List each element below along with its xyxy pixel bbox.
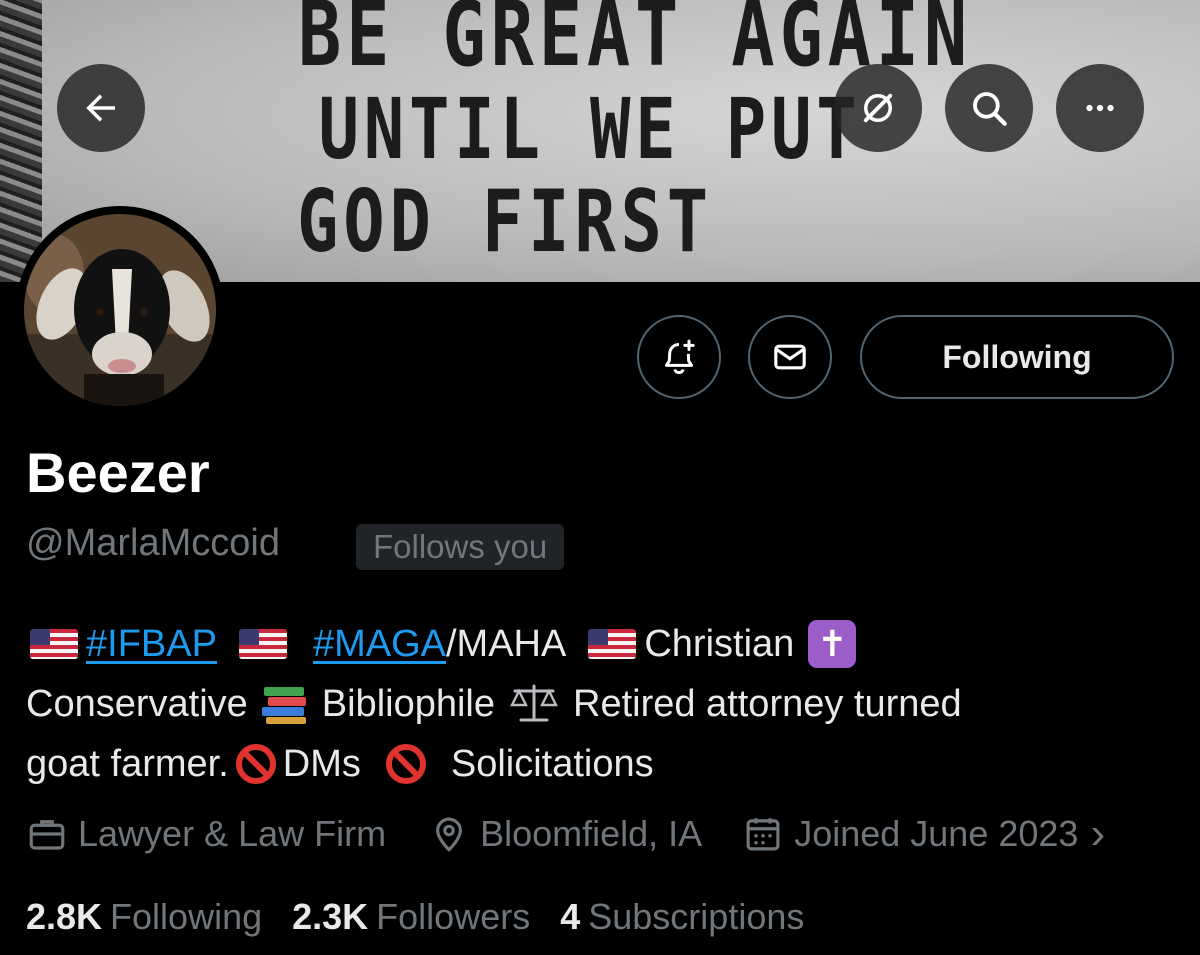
- books-icon: [261, 687, 306, 724]
- bio-text: /MAHA: [446, 623, 567, 665]
- profile-meta: Lawyer & Law Firm Bloomfield, IA Joined …: [26, 808, 1196, 860]
- back-button[interactable]: [57, 64, 145, 152]
- user-handle: @MarlaMccoid: [26, 522, 280, 564]
- balance-scale-icon: [510, 684, 558, 722]
- bell-plus-icon: [665, 339, 695, 375]
- meta-location: Bloomfield, IA: [428, 813, 702, 855]
- arrow-left-icon: [86, 94, 115, 122]
- following-label: Following: [110, 896, 263, 937]
- us-flag-icon: [30, 629, 78, 659]
- profile-stats: 2.8K Following 2.3K Followers 4 Subscriptio…: [26, 892, 834, 942]
- latin-cross-icon: ✝: [808, 620, 857, 668]
- calendar-icon: [746, 818, 780, 851]
- more-horizontal-icon: [1086, 104, 1114, 112]
- more-button[interactable]: [1056, 64, 1144, 152]
- us-flag-icon: [238, 629, 287, 659]
- bio-text: DMs: [282, 743, 361, 785]
- avatar[interactable]: [16, 206, 224, 414]
- bio: #IFBAP #MAGA/MAHA Christian ✝ Conservati…: [26, 614, 1186, 794]
- display-name: Beezer: [26, 441, 210, 504]
- following-stat[interactable]: 2.8K Following: [26, 896, 262, 938]
- briefcase-icon: [29, 820, 65, 850]
- location-pin-icon: [436, 817, 463, 852]
- bio-text: Bibliophile: [321, 683, 495, 725]
- hashtag-link[interactable]: #MAGA: [313, 614, 446, 674]
- hashtag-link[interactable]: #IFBAP: [86, 614, 217, 674]
- bio-text: Conservative: [26, 683, 248, 725]
- meta-joined[interactable]: Joined June 2023 ›: [742, 809, 1105, 859]
- bio-text: Christian: [644, 623, 795, 665]
- subscriptions-count: 4: [560, 896, 581, 937]
- chevron-right-icon: ›: [1090, 809, 1106, 858]
- followers-count: 2.3K: [292, 896, 369, 937]
- following-button[interactable]: Following: [860, 315, 1174, 399]
- banner-sign-line: UNTIL WE PUT: [318, 80, 862, 178]
- search-button[interactable]: [945, 64, 1033, 152]
- followers-label: Followers: [376, 896, 531, 937]
- bio-text: Solicitations: [450, 743, 654, 785]
- joined-text: Joined June 2023: [794, 813, 1079, 854]
- bio-text: Retired attorney turned: [573, 683, 962, 725]
- bio-text: goat farmer.: [26, 743, 229, 785]
- subscriptions-label: Subscriptions: [588, 896, 805, 937]
- followers-stat[interactable]: 2.3K Followers: [292, 896, 530, 938]
- prohibited-icon: [235, 744, 276, 784]
- location-text: Bloomfield, IA: [480, 813, 703, 854]
- subscriptions-stat[interactable]: 4 Subscriptions: [560, 896, 804, 938]
- avatar-goat-image: [24, 214, 216, 406]
- slashed-circle-icon: [863, 93, 893, 123]
- meta-category: Lawyer & Law Firm: [26, 813, 386, 855]
- following-count: 2.8K: [26, 896, 103, 937]
- search-icon: [973, 92, 1007, 126]
- category-text: Lawyer & Law Firm: [78, 813, 387, 854]
- follows-you-badge: Follows you: [356, 524, 565, 570]
- grok-button[interactable]: [834, 64, 922, 152]
- envelope-icon: [774, 344, 806, 370]
- message-button[interactable]: [748, 315, 832, 399]
- us-flag-icon: [588, 629, 637, 659]
- notify-button[interactable]: [637, 315, 721, 399]
- prohibited-icon: [385, 744, 426, 784]
